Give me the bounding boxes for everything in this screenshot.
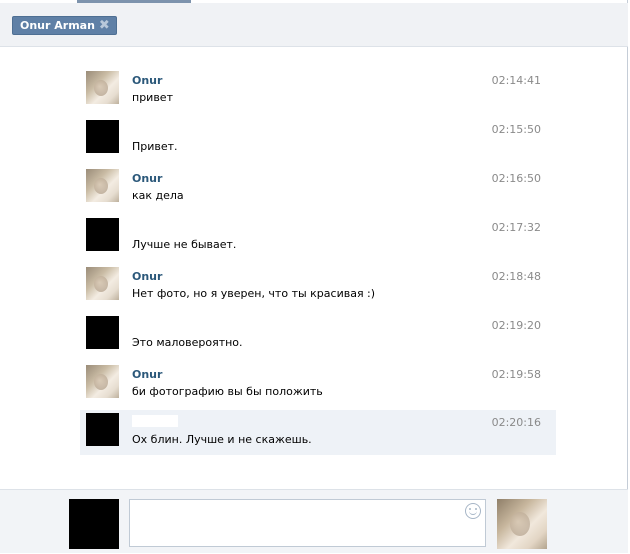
message-row: Onur би фотографию вы бы положить 02:19:… — [80, 362, 556, 407]
avatar[interactable] — [86, 316, 119, 349]
dialog-tabs-bar: Onur Arman ✖ — [0, 3, 628, 47]
sender-name[interactable]: Onur — [132, 74, 162, 87]
message-text: Лучше не бывает. — [132, 238, 237, 251]
dialog-tab-label: Onur Arman — [20, 19, 95, 32]
message-text: Нет фото, но я уверен, что ты красивая :… — [132, 287, 376, 300]
message-row-highlighted: Ох блин. Лучше и не скажешь. 02:20:16 — [80, 410, 556, 455]
message-time: 02:19:58 — [491, 368, 541, 381]
message-row: Привет. 02:15:50 — [80, 117, 556, 162]
my-avatar[interactable] — [69, 499, 119, 549]
avatar[interactable] — [86, 365, 119, 398]
message-text: Ох блин. Лучше и не скажешь. — [132, 433, 312, 446]
message-composer — [0, 489, 628, 553]
sender-name[interactable]: Onur — [132, 172, 162, 185]
message-text: Это маловероятно. — [132, 336, 243, 349]
message-time: 02:14:41 — [491, 74, 541, 87]
avatar[interactable] — [86, 218, 119, 251]
message-row: Onur привет 02:14:41 — [80, 68, 556, 113]
smile-icon[interactable] — [465, 503, 481, 519]
close-icon[interactable]: ✖ — [99, 16, 110, 35]
message-row: Onur Нет фото, но я уверен, что ты краси… — [80, 264, 556, 309]
dialog-tab[interactable]: Onur Arman ✖ — [12, 16, 117, 35]
avatar[interactable] — [86, 71, 119, 104]
message-time: 02:19:20 — [491, 319, 541, 332]
message-text: би фотографию вы бы положить — [132, 385, 323, 398]
dialog-window: Onur Arman ✖ Onur привет 02:14:41 Привет… — [0, 0, 628, 553]
sender-name[interactable]: Onur — [132, 270, 162, 283]
avatar[interactable] — [86, 169, 119, 202]
avatar[interactable] — [86, 120, 119, 153]
message-time: 02:18:48 — [491, 270, 541, 283]
message-row: Это маловероятно. 02:19:20 — [80, 313, 556, 358]
message-time: 02:16:50 — [491, 172, 541, 185]
message-text: Привет. — [132, 140, 178, 153]
avatar[interactable] — [86, 413, 119, 446]
message-text: привет — [132, 91, 173, 104]
sender-name[interactable]: Onur — [132, 368, 162, 381]
recipient-avatar[interactable] — [497, 499, 547, 549]
message-input[interactable] — [129, 499, 486, 547]
avatar[interactable] — [86, 267, 119, 300]
message-row: Лучше не бывает. 02:17:32 — [80, 215, 556, 260]
message-time: 02:20:16 — [491, 416, 541, 429]
message-time: 02:17:32 — [491, 221, 541, 234]
message-text: как дела — [132, 189, 184, 202]
redacted-sender-name — [132, 415, 178, 427]
message-time: 02:15:50 — [491, 123, 541, 136]
message-list: Onur привет 02:14:41 Привет. 02:15:50 On… — [0, 48, 628, 488]
message-row: Onur как дела 02:16:50 — [80, 166, 556, 211]
